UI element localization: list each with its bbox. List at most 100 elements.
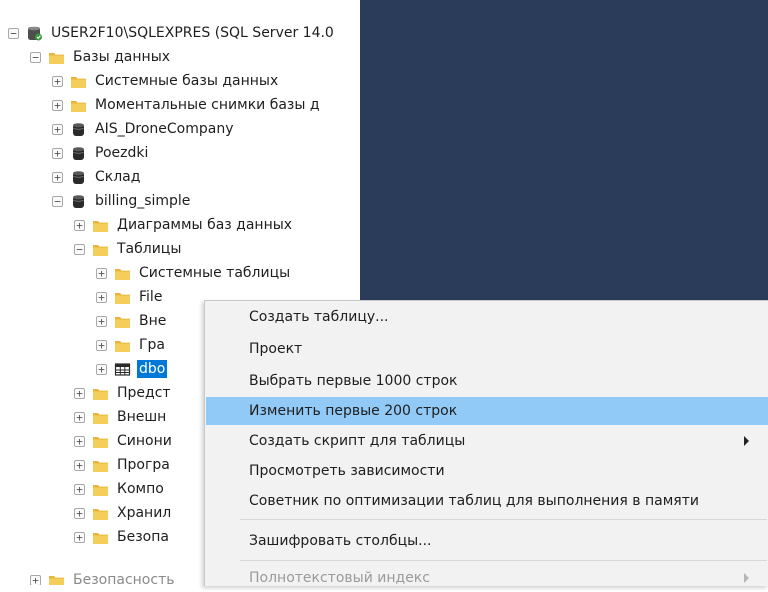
database-icon <box>70 194 87 209</box>
expand-icon[interactable]: + <box>96 291 107 303</box>
collapse-icon[interactable]: − <box>30 51 41 63</box>
folder-icon <box>48 573 65 586</box>
expand-icon[interactable]: + <box>52 123 63 135</box>
node-label: USER2F10\SQLEXPRES (SQL Server 14.0 <box>51 25 334 41</box>
submenu-arrow-icon <box>744 573 749 583</box>
menu-item-new-table[interactable]: Создать таблицу... <box>206 303 768 331</box>
menu-item-label: Изменить первые 200 строк <box>249 403 458 419</box>
expand-icon[interactable]: + <box>96 315 107 327</box>
node-label: Диаграммы баз данных <box>117 217 293 233</box>
expand-icon[interactable]: + <box>96 339 107 351</box>
tree-node-diagrams[interactable]: + Диаграммы баз данных <box>74 213 294 237</box>
tree-node-tables[interactable]: − Таблицы <box>74 237 183 261</box>
node-label: Безопа <box>117 529 169 545</box>
tree-node-storage[interactable]: + Хранил <box>74 501 173 525</box>
tree-node-server[interactable]: − USER2F10\SQLEXPRES (SQL Server 14.0 <box>8 21 336 45</box>
node-label: Предст <box>117 385 171 401</box>
folder-icon <box>92 530 109 545</box>
menu-item-label: Зашифровать столбцы... <box>249 533 432 549</box>
menu-separator <box>240 560 767 561</box>
menu-item-view-dependencies[interactable]: Просмотреть зависимости <box>206 457 768 485</box>
database-icon <box>70 170 87 185</box>
tree-node-database[interactable]: + Poezdki <box>52 141 150 165</box>
tree-node-synonyms[interactable]: + Синони <box>74 429 174 453</box>
tree-node-external-tables[interactable]: + Вне <box>96 309 168 333</box>
folder-icon <box>114 314 131 329</box>
tree-node-database[interactable]: + Склад <box>52 165 142 189</box>
expand-icon[interactable]: + <box>52 147 63 159</box>
expand-icon[interactable]: + <box>74 531 85 543</box>
tree-node-dbo-table[interactable]: + dbo <box>96 357 168 381</box>
expand-icon[interactable]: + <box>74 219 85 231</box>
tree-node-file-tables[interactable]: + File <box>96 285 164 309</box>
menu-item-fulltext-index[interactable]: Полнотекстовый индекс <box>206 564 768 592</box>
tree-node-components[interactable]: + Компо <box>74 477 166 501</box>
menu-item-encrypt-columns[interactable]: Зашифровать столбцы... <box>206 527 768 555</box>
folder-icon <box>92 434 109 449</box>
node-label: Програ <box>117 457 170 473</box>
tree-node-system-tables[interactable]: + Системные таблицы <box>96 261 292 285</box>
node-label: Системные базы данных <box>95 73 279 89</box>
node-label: Склад <box>95 169 141 185</box>
node-label: Таблицы <box>117 241 182 257</box>
submenu-arrow-icon <box>744 436 749 446</box>
tree-node-external[interactable]: + Внешн <box>74 405 168 429</box>
expand-icon[interactable]: + <box>52 99 63 111</box>
expand-icon[interactable]: + <box>52 75 63 87</box>
menu-item-design[interactable]: Проект <box>206 335 768 363</box>
folder-icon <box>114 266 131 281</box>
menu-item-label: Выбрать первые 1000 строк <box>249 373 458 389</box>
tree-node-database[interactable]: + AIS_DroneCompany <box>52 117 235 141</box>
menu-item-edit-top-200[interactable]: Изменить первые 200 строк <box>206 397 768 425</box>
document-area-background <box>360 0 768 300</box>
tree-node-programmability[interactable]: + Програ <box>74 453 172 477</box>
node-label: AIS_DroneCompany <box>95 121 234 137</box>
menu-item-label: Проект <box>249 341 303 357</box>
collapse-icon[interactable]: − <box>8 27 19 39</box>
folder-icon <box>92 506 109 521</box>
folder-icon <box>70 74 87 89</box>
tree-node-views[interactable]: + Предст <box>74 381 173 405</box>
tree-node-database[interactable]: − billing_simple <box>52 189 192 213</box>
folder-icon <box>114 338 131 353</box>
expand-icon[interactable]: + <box>74 507 85 519</box>
folder-icon <box>114 290 131 305</box>
tree-node-system-databases[interactable]: + Системные базы данных <box>52 69 280 93</box>
folder-icon <box>48 50 65 65</box>
node-label: Poezdki <box>95 145 149 161</box>
menu-item-memory-optimization-advisor[interactable]: Советник по оптимизации таблиц для выпол… <box>206 487 768 515</box>
folder-icon <box>92 410 109 425</box>
node-label: Компо <box>117 481 164 497</box>
folder-icon <box>92 458 109 473</box>
expand-icon[interactable]: + <box>52 171 63 183</box>
expand-icon[interactable]: + <box>96 363 107 375</box>
node-label: Хранил <box>117 505 172 521</box>
database-icon <box>70 122 87 137</box>
menu-item-label: Просмотреть зависимости <box>249 463 445 479</box>
menu-separator <box>240 519 767 520</box>
node-label: Системные таблицы <box>139 265 291 281</box>
tree-node-graph-tables[interactable]: + Гра <box>96 333 167 357</box>
expand-icon[interactable]: + <box>74 387 85 399</box>
node-label: Вне <box>139 313 167 329</box>
expand-icon[interactable]: + <box>74 483 85 495</box>
menu-item-label: Советник по оптимизации таблиц для выпол… <box>249 493 699 509</box>
expand-icon[interactable]: + <box>74 411 85 423</box>
tree-node-security-db[interactable]: + Безопа <box>74 525 171 549</box>
expand-icon[interactable]: + <box>74 435 85 447</box>
collapse-icon[interactable]: − <box>74 243 85 255</box>
collapse-icon[interactable]: − <box>52 195 63 207</box>
node-label: Безопасность <box>73 572 175 585</box>
tree-node-security-server[interactable]: + Безопасность <box>30 568 176 585</box>
database-icon <box>70 146 87 161</box>
folder-icon <box>92 482 109 497</box>
node-label: Базы данных <box>73 49 171 65</box>
expand-icon[interactable]: + <box>30 574 41 585</box>
expand-icon[interactable]: + <box>96 267 107 279</box>
tree-node-databases[interactable]: − Базы данных <box>30 45 172 69</box>
tree-node-snapshots[interactable]: + Моментальные снимки базы д <box>52 93 322 117</box>
menu-item-script-table[interactable]: Создать скрипт для таблицы <box>206 427 768 455</box>
expand-icon[interactable]: + <box>74 459 85 471</box>
server-icon <box>26 26 43 41</box>
menu-item-select-top-1000[interactable]: Выбрать первые 1000 строк <box>206 367 768 395</box>
